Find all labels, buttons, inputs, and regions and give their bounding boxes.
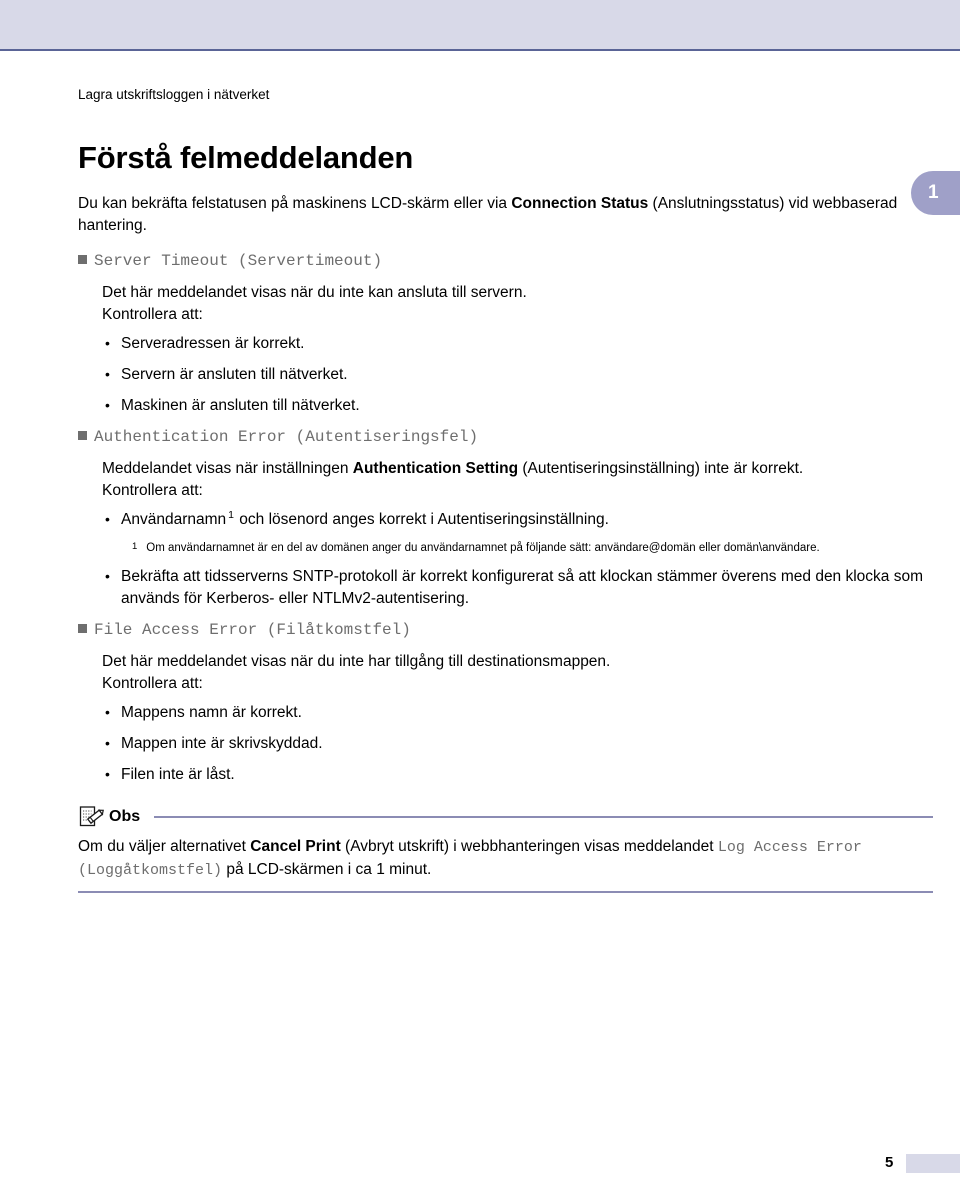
list-item: Filen inte är låst. — [102, 763, 933, 786]
note-pencil-icon — [78, 804, 105, 830]
list-item: Bekräfta att tidsserverns SNTP-protokoll… — [102, 565, 933, 610]
note-divider — [154, 816, 933, 818]
page-content: Lagra utskriftsloggen i nätverket Förstå… — [78, 86, 933, 893]
list-item: Mappens namn är korrekt. — [102, 701, 933, 724]
list-item: Maskinen är ansluten till nätverket. — [102, 394, 933, 417]
note-bottom-divider — [78, 891, 933, 893]
intro-paragraph: Du kan bekräfta felstatusen på maskinens… — [78, 193, 933, 237]
section-body-server-timeout: Det här meddelandet visas när du inte ka… — [102, 282, 933, 417]
note-bold-term: Cancel Print — [250, 838, 341, 855]
note-title: Obs — [109, 808, 141, 825]
check-list-server-timeout: Serveradressen är korrekt. Servern är an… — [102, 332, 933, 417]
error-heading-text: Server Timeout (Servertimeout) — [94, 252, 383, 270]
error-heading-server-timeout: Server Timeout (Servertimeout) — [78, 250, 933, 272]
footnote: 1 Om användarnamnet är en del av domänen… — [132, 540, 933, 556]
check-list-authentication-error-2: Bekräfta att tidsserverns SNTP-protokoll… — [102, 565, 933, 610]
check-list-file-access-error: Mappens namn är korrekt. Mappen inte är … — [102, 701, 933, 786]
square-bullet-icon — [78, 255, 87, 264]
square-bullet-icon — [78, 624, 87, 633]
footnote-text: Om användarnamnet är en del av domänen a… — [146, 542, 820, 554]
note-text-end: på LCD-skärmen i ca 1 minut. — [222, 861, 432, 878]
section-body-authentication-error: Meddelandet visas när inställningen Auth… — [102, 458, 933, 610]
section-description-before: Meddelandet visas när inställningen — [102, 460, 353, 477]
footnote-marker: 1 — [132, 541, 138, 552]
top-banner — [0, 0, 960, 51]
list-item-text-after: och lösenord anges korrekt i Autentiseri… — [234, 511, 609, 528]
note-header: Obs — [78, 804, 933, 830]
check-list-authentication-error: Användarnamn1 och lösenord anges korrekt… — [102, 508, 933, 531]
list-item: Servern är ansluten till nätverket. — [102, 363, 933, 386]
section-check-label: Kontrollera att: — [102, 482, 203, 499]
footer-decoration-block — [906, 1154, 960, 1173]
intro-text-before: Du kan bekräfta felstatusen på maskinens… — [78, 195, 512, 212]
list-item-text-before: Användarnamn — [121, 511, 227, 528]
section-check-label: Kontrollera att: — [102, 675, 203, 692]
intro-bold-term: Connection Status — [511, 195, 649, 212]
note-box: Obs Om du väljer alternativet Cancel Pri… — [78, 804, 933, 893]
page-title: Förstå felmeddelanden — [78, 140, 414, 175]
footnote-reference: 1 — [228, 508, 234, 521]
error-heading-file-access-error: File Access Error (Filåtkomstfel) — [78, 619, 933, 641]
list-item: Användarnamn1 och lösenord anges korrekt… — [102, 508, 933, 531]
footer-page-number: 5 — [885, 1154, 894, 1171]
section-body-file-access-error: Det här meddelandet visas när du inte ha… — [102, 651, 933, 786]
error-heading-text: File Access Error (Filåtkomstfel) — [94, 621, 411, 639]
section-check-label: Kontrollera att: — [102, 306, 203, 323]
error-heading-text: Authentication Error (Autentiseringsfel) — [94, 428, 479, 446]
section-description: Det här meddelandet visas när du inte ha… — [102, 653, 611, 670]
list-item: Serveradressen är korrekt. — [102, 332, 933, 355]
error-heading-authentication-error: Authentication Error (Autentiseringsfel) — [78, 426, 933, 448]
section-description: Meddelandet visas när inställningen Auth… — [102, 458, 933, 480]
note-body: Om du väljer alternativet Cancel Print (… — [78, 836, 933, 882]
note-text-before: Om du väljer alternativet — [78, 838, 251, 855]
list-item: Mappen inte är skrivskyddad. — [102, 732, 933, 755]
section-description: Det här meddelandet visas när du inte ka… — [102, 284, 527, 301]
square-bullet-icon — [78, 431, 87, 440]
note-text-after: (Avbryt utskrift) i webbhanteringen visa… — [340, 838, 714, 855]
section-description-bold: Authentication Setting — [352, 460, 519, 477]
running-head: Lagra utskriftsloggen i nätverket — [78, 87, 270, 102]
section-description-after: (Autentiseringsinställning) inte är korr… — [518, 460, 804, 477]
